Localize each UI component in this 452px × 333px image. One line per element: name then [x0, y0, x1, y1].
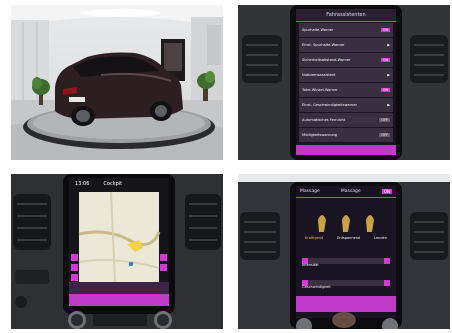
massage-programs: Kraftigend Entspannend Lenden — [298, 236, 394, 240]
intensity-label: Intensität — [302, 263, 319, 267]
program-3[interactable]: Lenden — [374, 236, 387, 240]
nav-header: 13:06 Cockpit — [69, 178, 169, 190]
setting-row[interactable]: Automatisches Fernlicht OFF — [299, 113, 393, 127]
setting-label: Notbremsassistent — [302, 73, 336, 77]
setting-row[interactable]: Sicherheitsabstand-Warner ON — [299, 53, 393, 67]
setting-label: Toter-Winkel-Warner — [302, 88, 338, 92]
photo-navigation-screen: 13:06 Cockpit — [11, 174, 223, 329]
photo-massage-screen: Massage Massage ON Kraftigend Entspannen… — [238, 174, 450, 329]
program-2[interactable]: Entspannend — [337, 236, 360, 240]
setting-row[interactable]: Notbremsassistent ▶ — [299, 68, 393, 82]
massage-left-label: Massage — [300, 189, 320, 194]
intensity-row: Intensität — [302, 251, 319, 270]
display-header: Fahrassistenten — [296, 9, 396, 22]
vent-right — [410, 212, 448, 260]
photo-showroom-car — [11, 5, 223, 160]
setting-label: Sicherheitsabstand-Warner — [302, 58, 351, 62]
chevron-right-icon[interactable]: ▶ — [387, 73, 390, 77]
setting-label: Spurhalte-Warner — [302, 28, 334, 32]
setting-row[interactable]: Müdigkeitswarnung OFF — [299, 128, 393, 142]
vent-right — [410, 35, 448, 83]
setting-toggle[interactable]: OFF — [379, 118, 390, 122]
vent-left — [13, 194, 51, 250]
vent-left — [240, 212, 280, 260]
massage-title: Massage — [340, 189, 361, 194]
setting-label: Einst. Geschwindigkeitswarner — [302, 103, 357, 107]
vent-right — [185, 194, 221, 250]
clock: 13:06 — [75, 181, 90, 187]
setting-row[interactable]: Einst. Spurhalte-Warner ▶ — [299, 38, 393, 52]
chevron-right-icon[interactable]: ▶ — [387, 103, 390, 107]
setting-toggle[interactable]: OFF — [379, 133, 390, 137]
setting-row[interactable]: Einst. Geschwindigkeitswarner ▶ — [299, 98, 393, 112]
massage-toggle[interactable]: ON — [381, 189, 392, 194]
settings-list: Spurhalte-Warner ON Einst. Spurhalte-Warne… — [296, 23, 396, 142]
header-label[interactable]: Cockpit — [103, 181, 122, 187]
program-1[interactable]: Kraftigend — [305, 236, 323, 240]
display-title: Fahrassistenten — [326, 12, 366, 18]
speed-row: Geschwindigkeit — [302, 273, 331, 292]
setting-label: Einst. Spurhalte-Warner — [302, 43, 345, 47]
chevron-right-icon[interactable]: ▶ — [387, 43, 390, 47]
setting-label: Müdigkeitswarnung — [302, 133, 338, 137]
navigation-scene — [11, 174, 223, 329]
speed-label: Geschwindigkeit — [302, 285, 331, 289]
driving-assist-display: Fahrassistenten Spurhalte-Warner ON Einst.… — [296, 9, 396, 155]
hand — [332, 312, 356, 328]
bottom-bar — [296, 145, 396, 155]
setting-label: Automatisches Fernlicht — [302, 118, 346, 122]
setting-row[interactable]: Toter-Winkel-Warner ON — [299, 83, 393, 97]
setting-toggle[interactable]: ON — [380, 28, 390, 32]
setting-toggle[interactable]: ON — [380, 88, 390, 92]
massage-header: Massage Massage ON — [296, 186, 396, 198]
photo-driving-assist-screen: Fahrassistenten Spurhalte-Warner ON Einst.… — [238, 5, 450, 160]
showroom-scene — [11, 5, 223, 160]
setting-toggle[interactable]: ON — [380, 58, 390, 62]
setting-row[interactable]: Spurhalte-Warner ON — [299, 23, 393, 37]
vent-left — [242, 35, 282, 83]
